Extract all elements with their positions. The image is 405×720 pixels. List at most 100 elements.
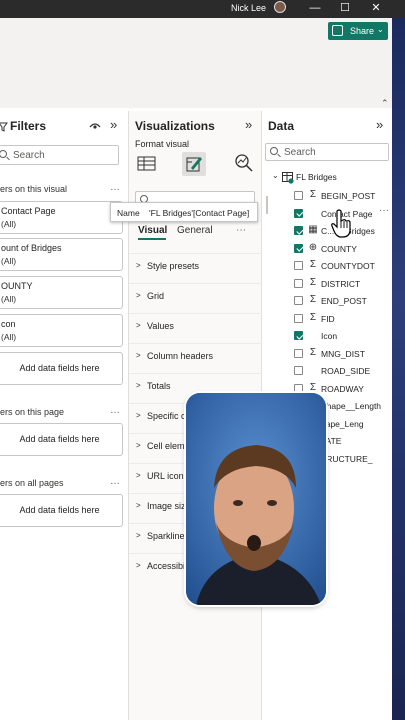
build-visual-icon[interactable]: [135, 151, 159, 175]
field-type-icon: Σ: [309, 189, 317, 200]
filters-on-all-pages-label: ers on all pages: [0, 478, 64, 488]
window-title-bar: Nick Lee — ☐ ✕: [0, 0, 405, 18]
field-row[interactable]: ⊕ COUNTY: [262, 241, 392, 258]
collapse-visualizations-icon[interactable]: »: [245, 117, 252, 132]
filter-card[interactable]: OUNTY (All): [0, 276, 123, 309]
field-row[interactable]: Σ DISTRICT: [262, 276, 392, 293]
search-icon: [0, 150, 7, 158]
tab-general[interactable]: General: [177, 225, 213, 236]
chevron-down-icon: ⌄: [272, 171, 279, 180]
analytics-icon[interactable]: [232, 151, 256, 175]
filter-icon: [0, 122, 8, 132]
field-checkbox[interactable]: [294, 383, 303, 393]
tooltip-key: Name: [117, 208, 140, 218]
more-options-icon[interactable]: …: [110, 405, 120, 416]
field-name: MNG_DIST: [321, 348, 365, 359]
field-checkbox[interactable]: [294, 296, 303, 305]
field-checkbox[interactable]: [294, 261, 303, 270]
field-type-icon: ▦: [308, 224, 318, 235]
field-type-icon: Σ: [309, 259, 317, 270]
filter-card[interactable]: ount of Bridges (All): [0, 238, 123, 271]
field-checkbox[interactable]: [294, 366, 303, 375]
field-name: ROAD_SIDE: [321, 366, 371, 376]
field-name-tooltip: Name 'FL Bridges'[Contact Page]: [110, 202, 258, 222]
field-name: DISTRICT: [321, 278, 361, 289]
presenter-video-frame: [186, 393, 326, 605]
more-options-icon[interactable]: …: [110, 182, 120, 193]
field-row[interactable]: ▦C... of Bridges: [262, 223, 392, 240]
format-section-label: Image siz: [147, 501, 186, 511]
filters-on-page-label: ers on this page: [0, 407, 65, 417]
field-row[interactable]: Icon: [262, 328, 392, 345]
add-data-fields-all-pages[interactable]: Add data fields here: [0, 494, 123, 527]
format-section-column-headers[interactable]: > Column headers: [129, 343, 262, 369]
field-row[interactable]: Contact Page: [262, 206, 392, 223]
collapse-data-icon[interactable]: »: [376, 117, 383, 132]
filter-card-state: (All): [1, 219, 17, 229]
chevron-right-icon: >: [136, 381, 141, 390]
more-options-icon[interactable]: ···: [379, 205, 389, 216]
field-checkbox[interactable]: [294, 278, 303, 288]
field-type-icon: Σ: [309, 346, 317, 358]
format-section-grid[interactable]: > Grid: [129, 283, 262, 309]
chevron-right-icon: >: [136, 501, 141, 510]
field-type-icon: Σ: [309, 276, 317, 288]
filter-card-title: Contact Page: [1, 206, 56, 216]
tooltip-value: 'FL Bridges'[Contact Page]: [149, 208, 250, 218]
chevron-right-icon: >: [136, 261, 141, 270]
data-search-input[interactable]: Search: [265, 143, 389, 161]
maximize-button[interactable]: ☐: [337, 1, 353, 15]
field-checkbox[interactable]: [294, 243, 303, 253]
filter-card[interactable]: con (All): [0, 314, 123, 347]
hand-cursor-icon: [331, 209, 351, 238]
format-section-label: Totals: [147, 381, 171, 391]
add-data-fields-page[interactable]: Add data fields here: [0, 423, 123, 456]
filters-search-input[interactable]: Search: [0, 145, 119, 165]
field-row[interactable]: Σ COUNTYDOT: [262, 258, 392, 275]
field-row[interactable]: Σ MNG_DIST: [262, 346, 392, 363]
format-section-values[interactable]: > Values: [129, 313, 262, 339]
format-section-label: Cell elem: [147, 441, 185, 451]
field-checkbox[interactable]: [294, 226, 303, 235]
chevron-right-icon: >: [136, 411, 141, 420]
field-row[interactable]: ROAD_SIDE: [262, 363, 392, 380]
table-name: FL Bridges: [296, 172, 337, 182]
field-checkbox[interactable]: [294, 191, 303, 200]
presenter-webcam-overlay: [186, 393, 326, 605]
field-checkbox[interactable]: [294, 313, 303, 323]
more-options-icon[interactable]: ⋯: [236, 225, 246, 236]
filter-card-title: OUNTY: [1, 281, 33, 291]
format-visual-tab[interactable]: [182, 152, 206, 176]
close-button[interactable]: ✕: [368, 1, 384, 15]
data-title: Data: [268, 119, 295, 133]
field-checkbox[interactable]: [294, 348, 303, 358]
field-type-icon: Σ: [309, 311, 317, 323]
chevron-right-icon: >: [136, 291, 141, 300]
minimize-button[interactable]: —: [307, 1, 323, 15]
field-row[interactable]: Σ BEGIN_POST: [262, 188, 392, 205]
filter-card-state: (All): [1, 332, 17, 342]
field-checkbox[interactable]: [294, 208, 303, 218]
avatar[interactable]: [274, 1, 286, 13]
add-data-fields-visual[interactable]: Add data fields here: [0, 352, 123, 385]
field-name: Shape__Length: [321, 401, 382, 411]
filter-card-state: (All): [1, 256, 17, 266]
filter-card[interactable]: Contact Page (All): [0, 201, 123, 234]
field-row[interactable]: Σ END_POST: [262, 293, 392, 310]
field-row[interactable]: Σ FID: [262, 311, 392, 328]
field-name: hape_Leng: [321, 418, 364, 429]
search-icon: [270, 147, 278, 155]
chevron-right-icon: >: [136, 321, 141, 330]
share-button[interactable]: Share ⌄: [328, 22, 388, 40]
field-checkbox[interactable]: [294, 331, 303, 340]
table-node-fl-bridges[interactable]: ⌄ FL Bridges: [262, 169, 392, 186]
chevron-right-icon: >: [136, 441, 141, 450]
eye-icon[interactable]: [89, 121, 101, 131]
format-section-style-presets[interactable]: > Style presets: [129, 253, 262, 279]
more-options-icon[interactable]: …: [110, 476, 120, 487]
format-section-label: Column headers: [147, 351, 214, 361]
collapse-filters-icon[interactable]: »: [110, 117, 117, 132]
search-placeholder: Search: [13, 150, 45, 161]
collapse-ribbon-icon[interactable]: ⌃: [381, 98, 389, 109]
tab-visual[interactable]: Visual: [138, 225, 167, 236]
